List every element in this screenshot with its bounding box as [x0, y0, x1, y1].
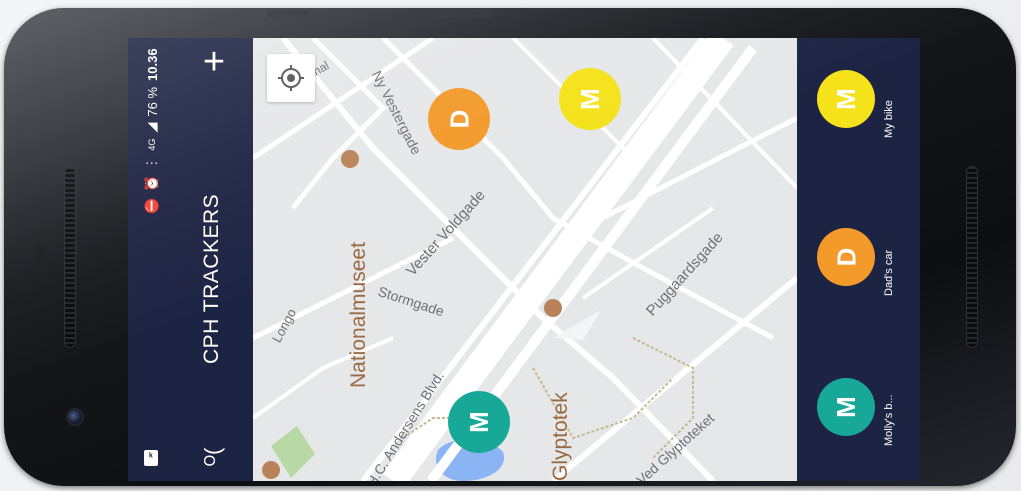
signal-icon: ◢ [144, 122, 159, 133]
map-marker-molly[interactable]: M [448, 391, 510, 453]
tracker-item-mollys-bike[interactable]: M Molly's b... [817, 368, 907, 458]
tracker-badge: M [817, 70, 875, 128]
label-glyptotek: Glyptotek [549, 392, 572, 481]
tracker-letter: D [831, 247, 861, 267]
battery-label: 76 % [144, 86, 160, 117]
museum-poi-icon [262, 461, 280, 479]
tracker-badge: M [817, 378, 875, 436]
map-marker-dad[interactable]: D [428, 88, 490, 150]
plus-icon: + [202, 41, 226, 83]
tracker-name: My bike [883, 100, 895, 138]
map-marker-letter: M [463, 411, 494, 433]
map-marker-bike[interactable]: M [559, 68, 621, 130]
tracker-item-my-bike[interactable]: M My bike [817, 60, 907, 150]
tracker-panel: M My bike D Dad's car M Molly's b... [797, 38, 920, 481]
vibrate-icon: ⋮ [144, 156, 159, 170]
tracker-name: Molly's b... [883, 394, 895, 446]
volume-button [266, 10, 310, 18]
people-icon[interactable]: ᴼ( [200, 442, 226, 472]
add-tracker-button[interactable]: + [194, 42, 234, 82]
tracker-badge: D [817, 228, 875, 286]
app-title: CPH TRACKERS [200, 193, 223, 364]
speaker-grille-left [64, 166, 76, 348]
museum-poi-icon [341, 150, 359, 168]
status-bar-content: ⛔ ⏰ ⋮ 4G ◢ 76 % 10.36 [142, 38, 162, 214]
front-camera [66, 408, 84, 426]
tracker-letter: M [830, 88, 861, 110]
tracker-item-dads-car[interactable]: D Dad's car [817, 218, 907, 308]
power-button [434, 10, 492, 18]
label-nationalmuseet: Nationalmuseet [347, 242, 370, 388]
network-label: 4G [147, 138, 157, 151]
my-location-icon [278, 65, 304, 91]
clock: 10.36 [144, 48, 160, 81]
tracker-letter: M [830, 396, 861, 418]
map-marker-letter: M [574, 88, 605, 110]
status-bar: ⛔ ⏰ ⋮ 4G ◢ 76 % 10.36 ᵏ [128, 38, 176, 481]
phone-frame: ⛔ ⏰ ⋮ 4G ◢ 76 % 10.36 ᵏ + CPH TRACKERS ᴼ… [4, 8, 1016, 486]
tracker-name: Dad's car [883, 249, 895, 296]
map-marker-letter: D [444, 109, 474, 129]
museum-poi-icon [544, 299, 562, 317]
sim-icon: ᵏ [144, 450, 158, 466]
proximity-sensor [36, 246, 46, 270]
map-view[interactable]: Nationalmuseet Vester Voldgade Ny Vester… [253, 38, 797, 481]
my-location-button[interactable] [267, 54, 315, 102]
do-not-disturb-icon: ⛔ [144, 197, 159, 214]
screen: ⛔ ⏰ ⋮ 4G ◢ 76 % 10.36 ᵏ + CPH TRACKERS ᴼ… [128, 38, 920, 481]
speaker-grille-right [966, 166, 978, 348]
app-bar: + CPH TRACKERS ᴼ( [176, 38, 253, 481]
map-canvas [253, 38, 797, 481]
alarm-icon: ⏰ [144, 175, 159, 192]
